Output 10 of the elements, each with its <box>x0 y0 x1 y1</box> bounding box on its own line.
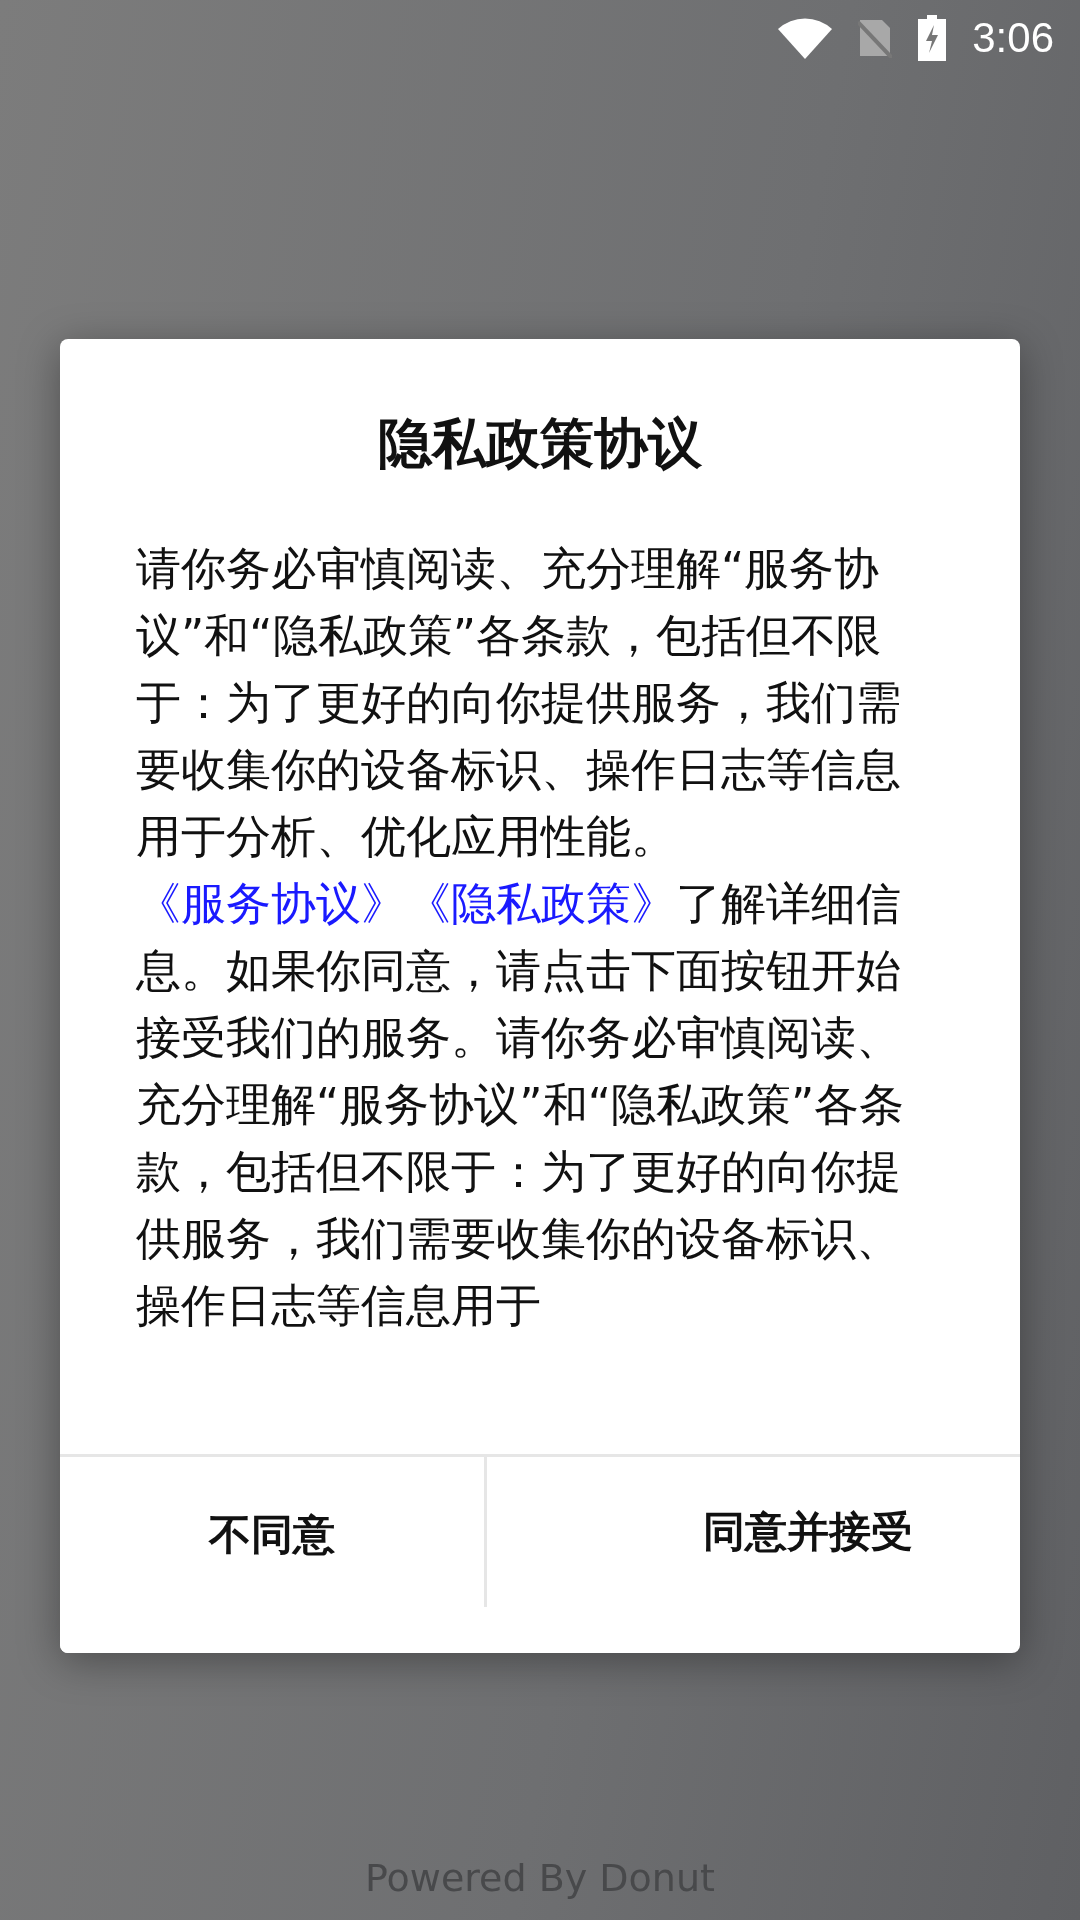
battery-charging-icon <box>918 15 947 61</box>
no-sim-icon <box>858 18 893 58</box>
wifi-icon <box>778 17 833 59</box>
disagree-button[interactable]: 不同意 <box>60 1457 484 1653</box>
policy-text: 请你务必审慎阅读、充分理解“服务协议”和“隐私政策”各条款，包括但不限于：为了更好的向你提供服务，我们需要收集你的设备标识、操作日志等信息用于分析、优化应用性能。 《服务协议》《隐私政策》了解详细信息。如果你同意，请点击下面按钮开始接受我们的服务。请你务必审慎阅读、充分理解“服务协议”和“隐私政策”各条款，包括但不限于：为了更好的向你提供服务，我们需要收集你的设备标识、操作日志等信息用于 <box>136 541 906 1334</box>
clock-time: 3:06 <box>972 14 1054 62</box>
policy-link[interactable]: 《服务协议》 <box>136 877 406 930</box>
agree-button[interactable]: 同意并接受 <box>483 1457 1020 1607</box>
policy-link[interactable]: 《隐私政策》 <box>406 877 676 930</box>
dialog-title: 隐私政策协议 <box>377 411 703 477</box>
